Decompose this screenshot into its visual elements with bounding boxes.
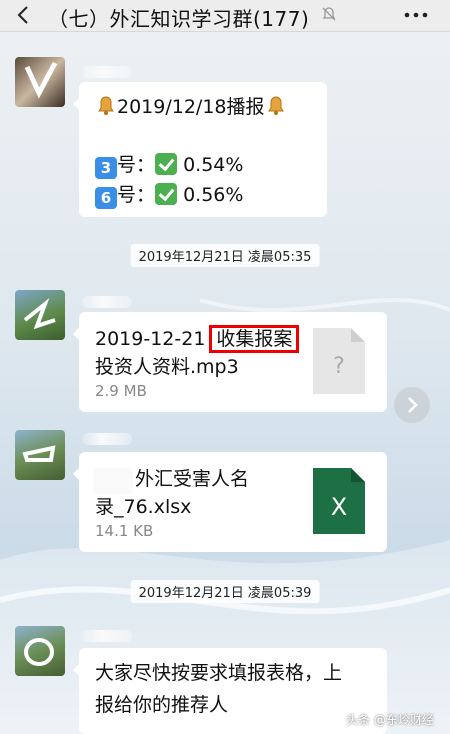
- highlight-box: 收集报案: [209, 325, 300, 353]
- more-options-icon[interactable]: [400, 3, 432, 27]
- message-line-2: 报给你的推荐人: [95, 694, 229, 716]
- check-mark-icon: [155, 153, 178, 175]
- avatar-scribble-icon: [23, 297, 56, 330]
- line-label: 号：: [117, 184, 156, 206]
- sender-avatar[interactable]: [15, 430, 65, 480]
- sender-avatar[interactable]: [15, 626, 65, 676]
- avatar-scribble-icon: [24, 638, 54, 666]
- broadcast-line-2: 3 号： 0.54%: [95, 150, 243, 180]
- chevron-right-icon: [408, 397, 418, 413]
- forward-button[interactable]: [394, 387, 430, 423]
- watermark: 头条 @东岭财经: [346, 713, 434, 727]
- file-message-mp3[interactable]: 2019-12-21 收集报案 投资人资料.mp3 2.9 MB ?: [73, 312, 387, 412]
- broadcast-line-3: 6 号： 0.56%: [95, 180, 243, 210]
- chat-header: （七）外汇知识学习群(177): [0, 0, 450, 32]
- timestamp: 2019年12月21日 凌晨05:39: [130, 580, 320, 603]
- redacted-text: [93, 468, 133, 494]
- chat-title: （七）外汇知识学习群(177): [48, 7, 310, 31]
- file-name: 2019-12-21 收集报案: [95, 324, 300, 354]
- sender-name-blurred: [82, 66, 132, 78]
- sender-name-blurred: [82, 296, 132, 308]
- back-arrow-icon[interactable]: [12, 3, 36, 27]
- file-name-line2: 投资人资料.mp3: [95, 356, 239, 378]
- timestamp: 2019年12月21日 凌晨05:35: [130, 244, 320, 267]
- percent-value: 0.56%: [183, 184, 244, 206]
- percent-value: 0.54%: [183, 154, 244, 176]
- broadcast-date: 2019/12/18播报: [117, 96, 265, 118]
- keycap-3-icon: 3: [95, 157, 117, 179]
- sender-name-blurred: [82, 630, 132, 642]
- message-bubble-broadcast[interactable]: 2019/12/18播报 3 号： 0.54% 6 号： 0.56%: [73, 82, 327, 217]
- unknown-file-icon: ?: [313, 328, 365, 394]
- message-line-1: 大家尽快按要求填报表格，上: [95, 662, 343, 684]
- file-icon-glyph: X: [331, 493, 347, 521]
- avatar-scribble-icon: [24, 61, 58, 99]
- sender-avatar[interactable]: [15, 57, 65, 107]
- avatar-scribble-icon: [22, 445, 56, 462]
- check-mark-icon: [155, 183, 178, 205]
- bell-icon: [267, 96, 284, 115]
- file-name-line2: 录_76.xlsx: [95, 496, 192, 518]
- file-size: 14.1 KB: [95, 522, 154, 540]
- broadcast-line-1: 2019/12/18播报: [95, 92, 287, 122]
- excel-file-icon: X: [313, 468, 365, 534]
- keycap-6-icon: 6: [95, 187, 117, 209]
- sender-avatar[interactable]: [15, 290, 65, 340]
- file-name-part: 2019-12-21: [95, 328, 206, 350]
- bell-icon: [98, 96, 114, 115]
- message-bubble-text[interactable]: 大家尽快按要求填报表格，上 报给你的推荐人: [73, 648, 387, 734]
- file-icon-glyph: ?: [333, 354, 345, 379]
- line-label: 号：: [117, 154, 156, 176]
- mute-bell-icon: [322, 7, 336, 21]
- file-name: 外汇受害人名: [135, 468, 250, 490]
- sender-name-blurred: [82, 433, 132, 445]
- file-size: 2.9 MB: [95, 382, 147, 400]
- file-message-xlsx[interactable]: 外汇受害人名 录_76.xlsx 14.1 KB X: [73, 452, 387, 552]
